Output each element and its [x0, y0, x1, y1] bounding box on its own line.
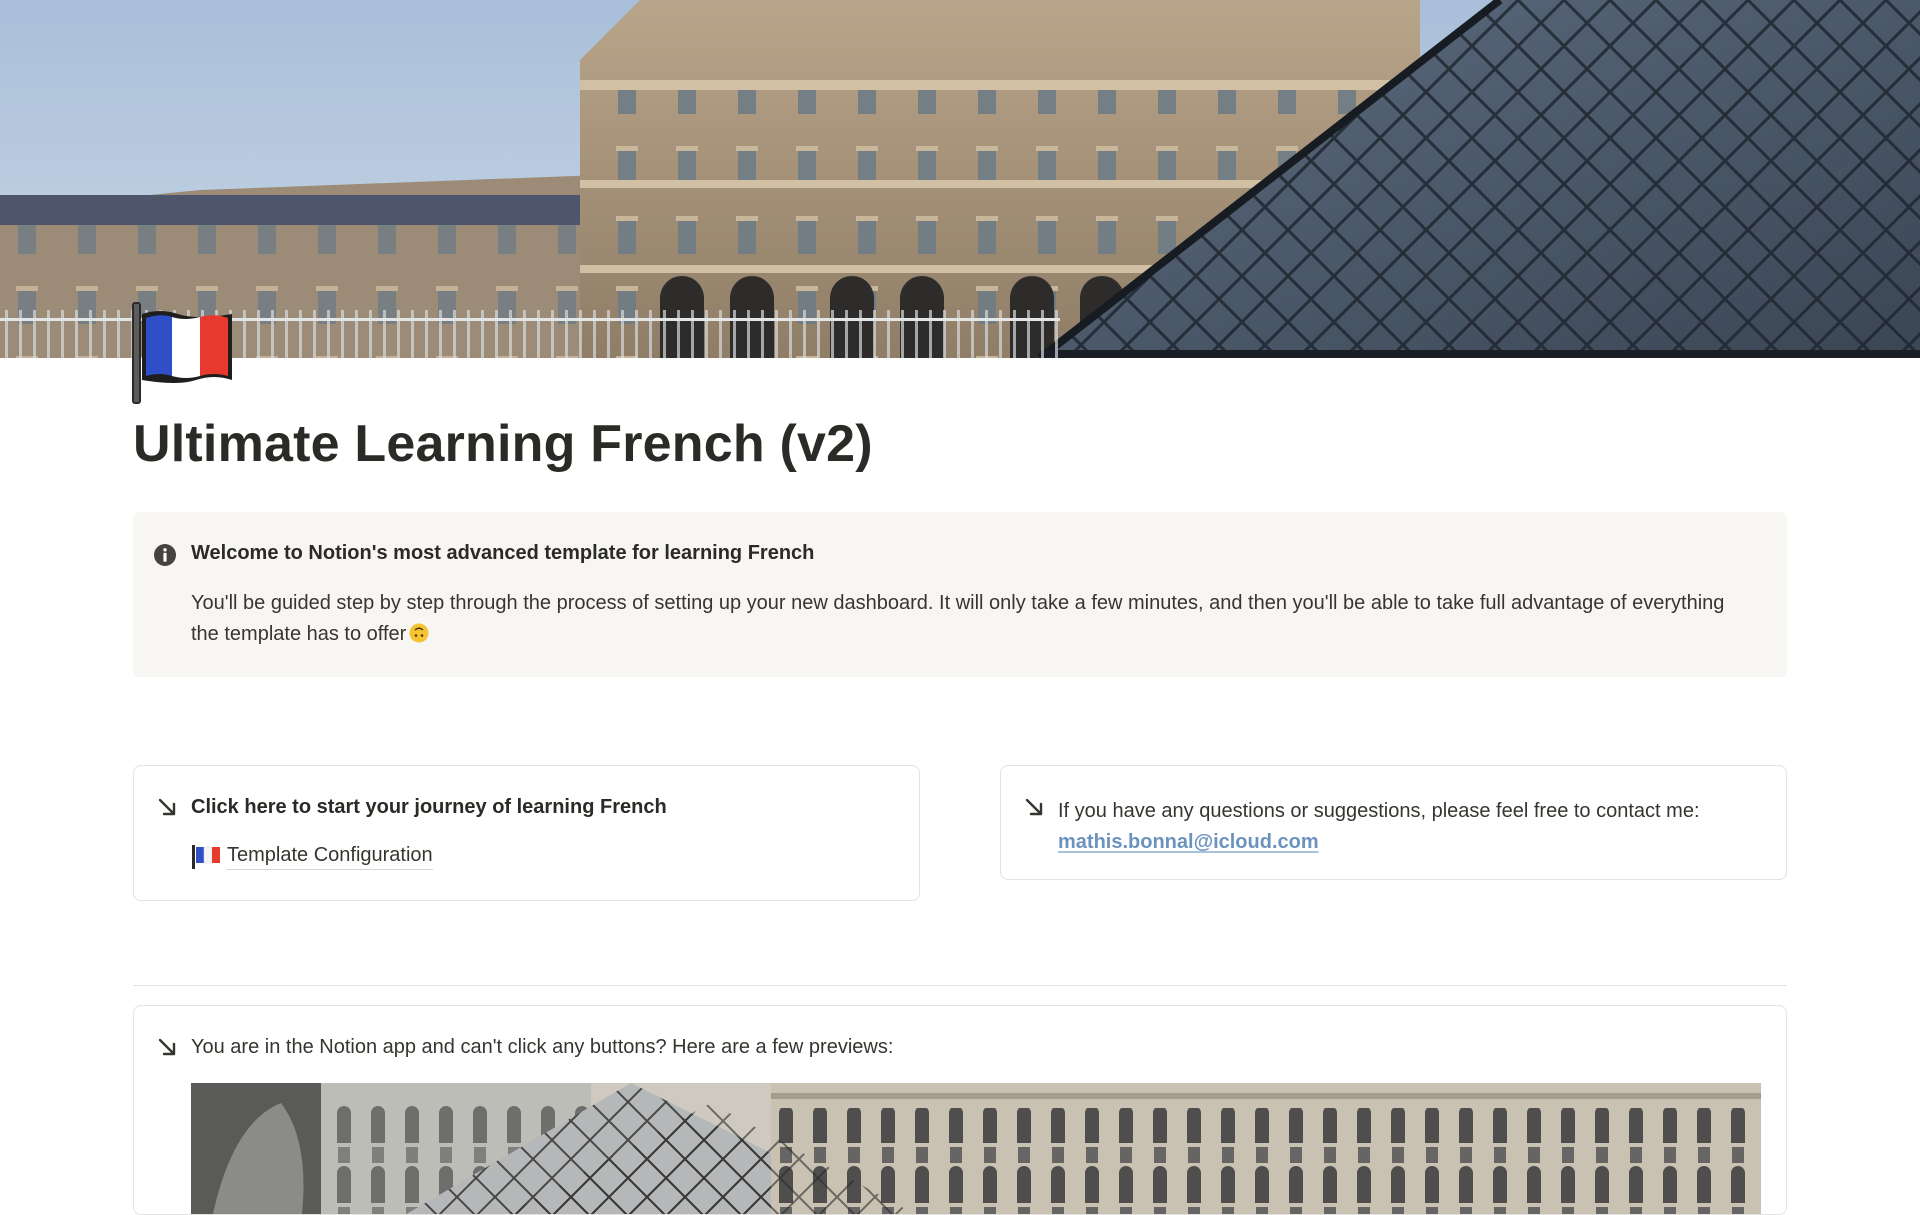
start-journey-heading: Click here to start your journey of lear… — [191, 796, 667, 818]
preview-text: You are in the Notion app and can't clic… — [191, 1036, 894, 1058]
contact-email-link[interactable]: mathis.bonnal@icloud.com — [1058, 831, 1319, 853]
upside-down-face-emoji-icon — [409, 623, 429, 643]
louvre-cover-illustration — [0, 0, 1920, 358]
arrow-down-right-icon[interactable] — [156, 1036, 178, 1058]
preview-toggle[interactable]: You are in the Notion app and can't clic… — [133, 1005, 1787, 1215]
callout-heading: Welcome to Notion's most advanced templa… — [191, 542, 815, 564]
page-icon[interactable] — [130, 300, 238, 408]
welcome-callout: Welcome to Notion's most advanced templa… — [133, 512, 1787, 677]
french-flag-icon — [132, 302, 232, 404]
arrow-down-right-icon[interactable] — [156, 796, 178, 818]
start-journey-toggle[interactable]: Click here to start your journey of lear… — [133, 765, 920, 901]
cover-image — [0, 0, 1920, 358]
arrow-down-right-icon[interactable] — [1023, 796, 1045, 818]
template-configuration-label[interactable]: Template Configuration — [227, 844, 433, 870]
divider — [133, 985, 1787, 986]
preview-image — [191, 1083, 1761, 1214]
info-icon — [154, 544, 176, 566]
page-title: Ultimate Learning French (v2) — [133, 415, 873, 473]
contact-text-block: If you have any questions or suggestions… — [1058, 796, 1758, 858]
contact-text: If you have any questions or suggestions… — [1058, 800, 1700, 822]
contact-toggle[interactable]: If you have any questions or suggestions… — [1000, 765, 1787, 880]
callout-body: You'll be guided step by step through th… — [191, 588, 1731, 650]
french-flag-icon — [192, 845, 220, 869]
template-configuration-link[interactable]: Template Configuration — [191, 844, 433, 870]
louvre-preview-illustration — [191, 1083, 1761, 1214]
